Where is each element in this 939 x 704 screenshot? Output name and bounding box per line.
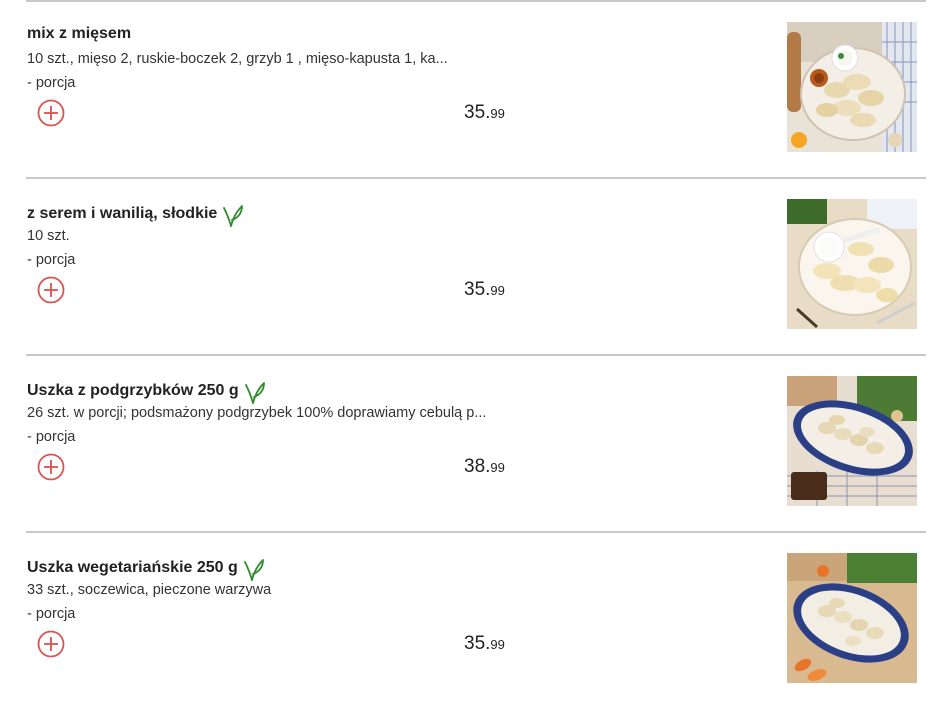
price-cents: 99: [490, 283, 505, 298]
vegetarian-uszka-oval-dish-photo[interactable]: [787, 553, 917, 683]
item-price: 35.99: [464, 279, 505, 301]
item-name: z serem i wanilią, słodkie: [27, 202, 244, 227]
item-name: mix z mięsem: [27, 25, 131, 43]
item-name-text: mix z mięsem: [27, 25, 132, 42]
menu-item: Uszka wegetariańskie 250 g 33 szt., socz…: [26, 531, 926, 704]
item-description: 33 szt., soczewica, pieczone warzywa: [27, 582, 272, 598]
leaf-icon: [243, 557, 265, 581]
price-main: 35.: [464, 633, 491, 654]
item-name-text: Uszka wegetariańskie 250 g: [27, 559, 238, 576]
item-portion: - porcja: [27, 252, 76, 268]
leaf-icon: [222, 203, 244, 227]
price-main: 35.: [464, 279, 491, 300]
price-cents: 99: [490, 106, 505, 121]
menu-list: mix z mięsem 10 szt., mięso 2, ruskie-bo…: [0, 0, 939, 704]
item-portion: - porcja: [27, 75, 76, 91]
price-cents: 99: [490, 460, 505, 475]
leaf-icon: [244, 380, 266, 404]
plus-circle-icon: [37, 453, 65, 481]
menu-item: Uszka z podgrzybków 250 g 26 szt. w porc…: [26, 354, 926, 531]
add-to-cart-button[interactable]: [37, 630, 65, 658]
item-name-text: Uszka z podgrzybków 250 g: [27, 382, 239, 399]
item-description: 10 szt., mięso 2, ruskie-boczek 2, grzyb…: [27, 51, 448, 67]
item-price: 38.99: [464, 456, 505, 478]
price-main: 35.: [464, 102, 491, 123]
item-portion: - porcja: [27, 429, 76, 445]
item-description: 26 szt. w porcji; podsmażony podgrzybek …: [27, 405, 487, 421]
menu-item: z serem i wanilią, słodkie 10 szt. - por…: [26, 177, 926, 354]
item-description: 10 szt.: [27, 228, 70, 244]
item-name: Uszka wegetariańskie 250 g: [27, 556, 265, 581]
sweet-dumplings-with-cream-photo[interactable]: [787, 199, 917, 329]
plus-circle-icon: [37, 99, 65, 127]
add-to-cart-button[interactable]: [37, 453, 65, 481]
dumplings-mixed-plate-photo[interactable]: [787, 22, 917, 152]
item-portion: - porcja: [27, 606, 76, 622]
plus-circle-icon: [37, 276, 65, 304]
item-price: 35.99: [464, 102, 505, 124]
price-cents: 99: [490, 637, 505, 652]
item-name: Uszka z podgrzybków 250 g: [27, 379, 266, 404]
menu-item: mix z mięsem 10 szt., mięso 2, ruskie-bo…: [26, 0, 926, 177]
plus-circle-icon: [37, 630, 65, 658]
mushroom-uszka-oval-dish-photo[interactable]: [787, 376, 917, 506]
item-price: 35.99: [464, 633, 505, 655]
add-to-cart-button[interactable]: [37, 276, 65, 304]
price-main: 38.: [464, 456, 491, 477]
add-to-cart-button[interactable]: [37, 99, 65, 127]
item-name-text: z serem i wanilią, słodkie: [27, 205, 218, 222]
